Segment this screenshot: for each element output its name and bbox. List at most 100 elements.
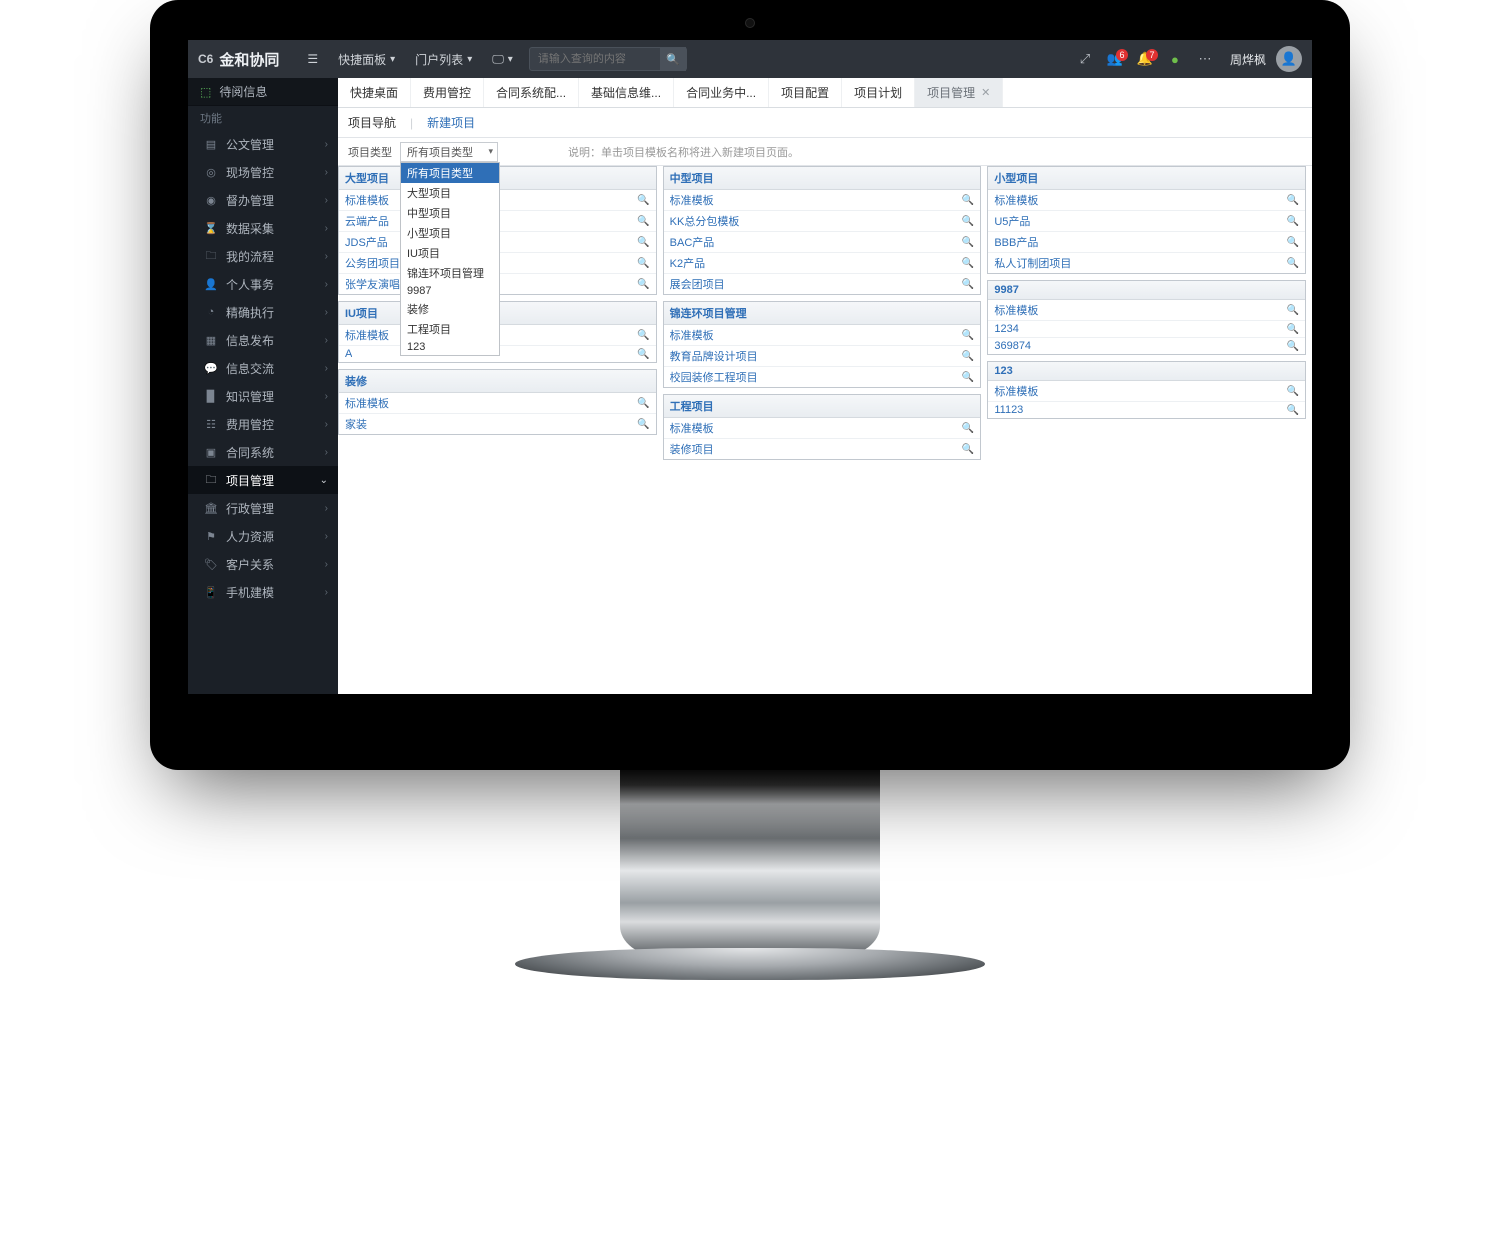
magnifier-icon[interactable]: 🔍 bbox=[1287, 386, 1299, 397]
magnifier-icon[interactable]: 🔍 bbox=[637, 398, 649, 409]
sidebar-item-8[interactable]: 💬信息交流› bbox=[188, 354, 338, 382]
magnifier-icon[interactable]: 🔍 bbox=[637, 237, 649, 248]
subtab-new-project[interactable]: 新建项目 bbox=[427, 114, 475, 131]
magnifier-icon[interactable]: 🔍 bbox=[962, 330, 974, 341]
sidebar-item-16[interactable]: 📱手机建模› bbox=[188, 578, 338, 606]
users-icon[interactable]: 👥 6 bbox=[1100, 51, 1130, 67]
tab-5[interactable]: 项目配置 bbox=[769, 78, 842, 107]
status-icon[interactable]: ● bbox=[1160, 52, 1190, 67]
magnifier-icon[interactable]: 🔍 bbox=[1287, 324, 1299, 335]
magnifier-icon[interactable]: 🔍 bbox=[1287, 405, 1299, 416]
sidebar-item-14[interactable]: ⚑人力资源› bbox=[188, 522, 338, 550]
panel-row[interactable]: 标准模板🔍 bbox=[988, 381, 1305, 402]
username[interactable]: 周烨枫 bbox=[1230, 51, 1266, 68]
tab-6[interactable]: 项目计划 bbox=[842, 78, 915, 107]
dropdown-option[interactable]: IU项目 bbox=[401, 243, 499, 263]
sidebar-item-11[interactable]: ▣合同系统› bbox=[188, 438, 338, 466]
panel-row[interactable]: 标准模板🔍 bbox=[339, 393, 656, 414]
tab-1[interactable]: 费用管控 bbox=[411, 78, 484, 107]
magnifier-icon[interactable]: 🔍 bbox=[962, 279, 974, 290]
panel-row[interactable]: 家装🔍 bbox=[339, 414, 656, 434]
magnifier-icon[interactable]: 🔍 bbox=[962, 351, 974, 362]
quick-panel-menu[interactable]: 快捷面板 bbox=[328, 40, 405, 78]
subtab-nav[interactable]: 项目导航 bbox=[348, 114, 396, 131]
panel-row[interactable]: KK总分包模板🔍 bbox=[664, 211, 981, 232]
magnifier-icon[interactable]: 🔍 bbox=[1287, 305, 1299, 316]
sidebar-item-9[interactable]: ▉知识管理› bbox=[188, 382, 338, 410]
project-type-select[interactable]: 所有项目类型 所有项目类型大型项目中型项目小型项目IU项目锦连环项目管理9987… bbox=[400, 142, 498, 162]
sidebar-item-5[interactable]: 👤个人事务› bbox=[188, 270, 338, 298]
magnifier-icon[interactable]: 🔍 bbox=[637, 195, 649, 206]
panel-row[interactable]: 标准模板🔍 bbox=[988, 190, 1305, 211]
dropdown-option[interactable]: 小型项目 bbox=[401, 223, 499, 243]
magnifier-icon[interactable]: 🔍 bbox=[637, 419, 649, 430]
sidebar-item-4[interactable]: 🗀我的流程› bbox=[188, 242, 338, 270]
panel-row[interactable]: 标准模板🔍 bbox=[988, 300, 1305, 321]
sidebar-item-12[interactable]: 🗀项目管理⌄ bbox=[188, 466, 338, 494]
search-button[interactable]: 🔍 bbox=[660, 47, 686, 71]
sidebar-item-1[interactable]: ◎现场管控› bbox=[188, 158, 338, 186]
portal-list-menu[interactable]: 门户列表 bbox=[405, 40, 482, 78]
device-menu[interactable]: 🖵 bbox=[482, 40, 523, 78]
tab-2[interactable]: 合同系统配... bbox=[484, 78, 579, 107]
magnifier-icon[interactable]: 🔍 bbox=[962, 444, 974, 455]
sidebar-item-3[interactable]: ⌛数据采集› bbox=[188, 214, 338, 242]
panel-row[interactable]: 标准模板🔍 bbox=[664, 325, 981, 346]
hamburger-icon[interactable]: ☰ bbox=[297, 40, 328, 78]
dropdown-option[interactable]: 大型项目 bbox=[401, 183, 499, 203]
sidebar-item-7[interactable]: ▦信息发布› bbox=[188, 326, 338, 354]
magnifier-icon[interactable]: 🔍 bbox=[637, 258, 649, 269]
expand-icon[interactable]: ⤢ bbox=[1070, 51, 1100, 67]
sidebar-item-10[interactable]: ☷费用管控› bbox=[188, 410, 338, 438]
dropdown-option[interactable]: 装修 bbox=[401, 299, 499, 319]
panel-row[interactable]: 369874🔍 bbox=[988, 338, 1305, 354]
panel-row[interactable]: U5产品🔍 bbox=[988, 211, 1305, 232]
tab-4[interactable]: 合同业务中... bbox=[674, 78, 769, 107]
dropdown-option[interactable]: 锦连环项目管理 bbox=[401, 263, 499, 283]
magnifier-icon[interactable]: 🔍 bbox=[962, 258, 974, 269]
dropdown-option[interactable]: 中型项目 bbox=[401, 203, 499, 223]
magnifier-icon[interactable]: 🔍 bbox=[637, 349, 649, 360]
magnifier-icon[interactable]: 🔍 bbox=[962, 372, 974, 383]
sidebar-item-6[interactable]: ◔精确执行› bbox=[188, 298, 338, 326]
magnifier-icon[interactable]: 🔍 bbox=[962, 195, 974, 206]
magnifier-icon[interactable]: 🔍 bbox=[637, 216, 649, 227]
panel-row[interactable]: 标准模板🔍 bbox=[664, 418, 981, 439]
tab-7[interactable]: 项目管理✕ bbox=[915, 78, 1003, 107]
magnifier-icon[interactable]: 🔍 bbox=[637, 279, 649, 290]
magnifier-icon[interactable]: 🔍 bbox=[1287, 216, 1299, 227]
dropdown-option[interactable]: 所有项目类型 bbox=[401, 163, 499, 183]
panel-row[interactable]: 教育品牌设计项目🔍 bbox=[664, 346, 981, 367]
magnifier-icon[interactable]: 🔍 bbox=[962, 237, 974, 248]
search-input[interactable] bbox=[530, 53, 660, 65]
panel-row[interactable]: 装修项目🔍 bbox=[664, 439, 981, 459]
dropdown-option[interactable]: 9987 bbox=[401, 283, 499, 299]
sidebar-item-13[interactable]: 🏛行政管理› bbox=[188, 494, 338, 522]
tab-3[interactable]: 基础信息维... bbox=[579, 78, 674, 107]
panel-row[interactable]: 11123🔍 bbox=[988, 402, 1305, 418]
sidebar-item-0[interactable]: ▤公文管理› bbox=[188, 130, 338, 158]
magnifier-icon[interactable]: 🔍 bbox=[1287, 258, 1299, 269]
tab-0[interactable]: 快捷桌面 bbox=[338, 78, 411, 107]
panel-row[interactable]: BAC产品🔍 bbox=[664, 232, 981, 253]
panel-row[interactable]: 校园装修工程项目🔍 bbox=[664, 367, 981, 387]
panel-row[interactable]: K2产品🔍 bbox=[664, 253, 981, 274]
sidebar-top-item[interactable]: ⬚ 待阅信息 bbox=[188, 78, 338, 106]
panel-row[interactable]: 展会团项目🔍 bbox=[664, 274, 981, 294]
panel-row[interactable]: BBB产品🔍 bbox=[988, 232, 1305, 253]
magnifier-icon[interactable]: 🔍 bbox=[1287, 237, 1299, 248]
magnifier-icon[interactable]: 🔍 bbox=[637, 330, 649, 341]
bell-icon[interactable]: 🔔 7 bbox=[1130, 51, 1160, 67]
more-icon[interactable]: ⋯ bbox=[1190, 51, 1220, 67]
magnifier-icon[interactable]: 🔍 bbox=[1287, 341, 1299, 352]
close-icon[interactable]: ✕ bbox=[981, 86, 990, 99]
magnifier-icon[interactable]: 🔍 bbox=[962, 216, 974, 227]
magnifier-icon[interactable]: 🔍 bbox=[1287, 195, 1299, 206]
sidebar-item-2[interactable]: ◉督办管理› bbox=[188, 186, 338, 214]
panel-row[interactable]: 私人订制团项目🔍 bbox=[988, 253, 1305, 273]
dropdown-option[interactable]: 工程项目 bbox=[401, 319, 499, 339]
magnifier-icon[interactable]: 🔍 bbox=[962, 423, 974, 434]
dropdown-option[interactable]: 123 bbox=[401, 339, 499, 355]
avatar[interactable]: 👤 bbox=[1276, 46, 1302, 72]
panel-row[interactable]: 标准模板🔍 bbox=[664, 190, 981, 211]
